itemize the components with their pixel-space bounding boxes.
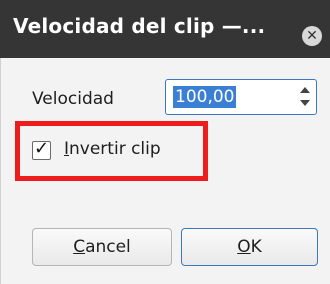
ok-mnemonic: O: [237, 237, 251, 257]
speed-label: Velocidad: [32, 89, 114, 109]
window-title: Velocidad del clip —...: [13, 14, 266, 38]
checkmark-icon: ✓: [34, 138, 50, 159]
window-edge: [0, 58, 1, 284]
close-icon[interactable]: ✕: [302, 26, 322, 46]
reverse-clip-checkbox[interactable]: ✓: [32, 138, 51, 160]
ok-label-rest: K: [250, 237, 262, 257]
cancel-label-rest: ancel: [85, 237, 131, 257]
spin-down-icon[interactable]: [300, 100, 310, 106]
clip-speed-dialog: Velocidad del clip —... ✕ Velocidad 100,…: [0, 0, 330, 284]
reverse-clip-label[interactable]: Invertir clip: [64, 139, 161, 159]
title-bar[interactable]: Velocidad del clip —... ✕: [0, 0, 330, 58]
speed-value-selected[interactable]: 100,00: [173, 86, 237, 108]
ok-button[interactable]: OK: [181, 228, 318, 266]
speed-spinbox[interactable]: 100,00: [165, 79, 317, 115]
reverse-clip-label-rest: nvertir clip: [69, 139, 161, 159]
spin-arrows[interactable]: [298, 84, 312, 110]
spin-up-icon[interactable]: [300, 87, 310, 93]
cancel-button[interactable]: Cancel: [32, 228, 172, 266]
cancel-mnemonic: C: [73, 237, 86, 257]
